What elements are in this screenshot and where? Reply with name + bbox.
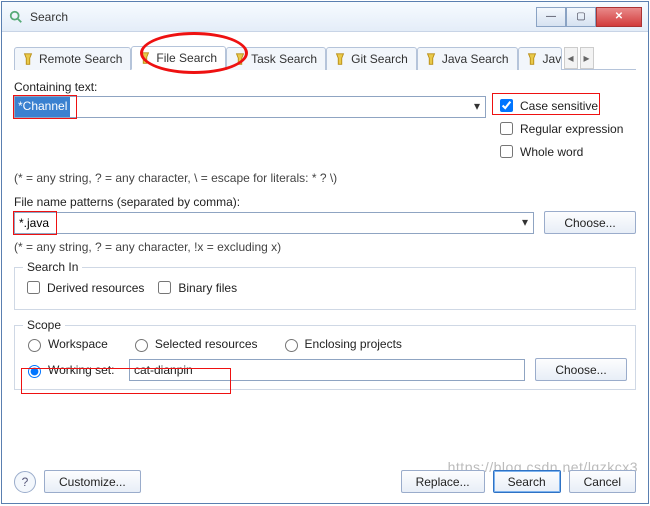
flashlight-icon xyxy=(21,52,35,66)
search-in-group: Search In Derived resources Binary files xyxy=(14,260,636,310)
window-buttons: — ▢ ✕ xyxy=(536,7,642,27)
flashlight-icon xyxy=(138,51,152,65)
tab-git-search[interactable]: Git Search xyxy=(326,47,417,70)
tab-label: File Search xyxy=(156,51,217,65)
patterns-choose-button[interactable]: Choose... xyxy=(544,211,636,234)
scope-group: Scope Workspace Selected resources Enclo… xyxy=(14,318,636,390)
help-button[interactable]: ? xyxy=(14,471,36,493)
flashlight-icon xyxy=(333,52,347,66)
tab-java-search[interactable]: Java Search xyxy=(417,47,518,70)
scope-workingset-radio[interactable]: Working set: xyxy=(23,362,119,378)
tab-scroll-left[interactable]: ◂ xyxy=(564,47,578,69)
patterns-label: File name patterns (separated by comma): xyxy=(14,195,636,209)
search-in-legend: Search In xyxy=(23,260,82,274)
content-area: Remote Search File Search Task Search Gi… xyxy=(2,32,648,406)
minimize-button[interactable]: — xyxy=(536,7,566,27)
binary-checkbox[interactable]: Binary files xyxy=(154,278,237,297)
flashlight-icon xyxy=(424,52,438,66)
flashlight-icon xyxy=(525,52,539,66)
tab-remote-search[interactable]: Remote Search xyxy=(14,47,131,70)
containing-text-selection: *Channel xyxy=(15,97,70,117)
tab-label: Task Search xyxy=(251,52,317,66)
containing-text-label: Containing text: xyxy=(14,80,636,94)
cancel-button[interactable]: Cancel xyxy=(569,470,636,493)
search-button[interactable]: Search xyxy=(493,470,561,493)
tab-task-search[interactable]: Task Search xyxy=(226,47,326,70)
tab-scroll-right[interactable]: ▸ xyxy=(580,47,594,69)
tab-label: Java xyxy=(543,52,562,66)
tab-java-overflow[interactable]: Java xyxy=(518,47,562,70)
patterns-hint: (* = any string, ? = any character, !x =… xyxy=(14,240,636,254)
tab-file-search[interactable]: File Search xyxy=(131,46,226,70)
scope-legend: Scope xyxy=(23,318,65,332)
search-icon xyxy=(8,9,24,25)
scope-workspace-radio[interactable]: Workspace xyxy=(23,336,108,352)
window-title: Search xyxy=(30,10,536,24)
regex-checkbox[interactable]: Regular expression xyxy=(496,119,636,138)
close-button[interactable]: ✕ xyxy=(596,7,642,27)
scope-selected-radio[interactable]: Selected resources xyxy=(130,336,258,352)
flashlight-icon xyxy=(233,52,247,66)
footer: ? Customize... Replace... Search Cancel xyxy=(14,470,636,493)
derived-checkbox[interactable]: Derived resources xyxy=(23,278,144,297)
tab-label: Git Search xyxy=(351,52,408,66)
case-sensitive-checkbox[interactable]: Case sensitive xyxy=(496,96,636,115)
search-dialog: Search — ▢ ✕ Remote Search File Search T… xyxy=(1,1,649,504)
titlebar: Search — ▢ ✕ xyxy=(2,2,648,32)
search-tabs: Remote Search File Search Task Search Gi… xyxy=(14,42,636,70)
workingset-input[interactable] xyxy=(129,359,525,381)
replace-button[interactable]: Replace... xyxy=(401,470,485,493)
scope-enclosing-radio[interactable]: Enclosing projects xyxy=(280,336,402,352)
customize-button[interactable]: Customize... xyxy=(44,470,141,493)
patterns-input[interactable] xyxy=(14,212,534,234)
containing-text-input[interactable] xyxy=(14,96,486,118)
containing-hint: (* = any string, ? = any character, \ = … xyxy=(14,171,636,185)
maximize-button[interactable]: ▢ xyxy=(566,7,596,27)
tab-label: Remote Search xyxy=(39,52,122,66)
tab-label: Java Search xyxy=(442,52,509,66)
whole-word-checkbox[interactable]: Whole word xyxy=(496,142,636,161)
workingset-choose-button[interactable]: Choose... xyxy=(535,358,627,381)
